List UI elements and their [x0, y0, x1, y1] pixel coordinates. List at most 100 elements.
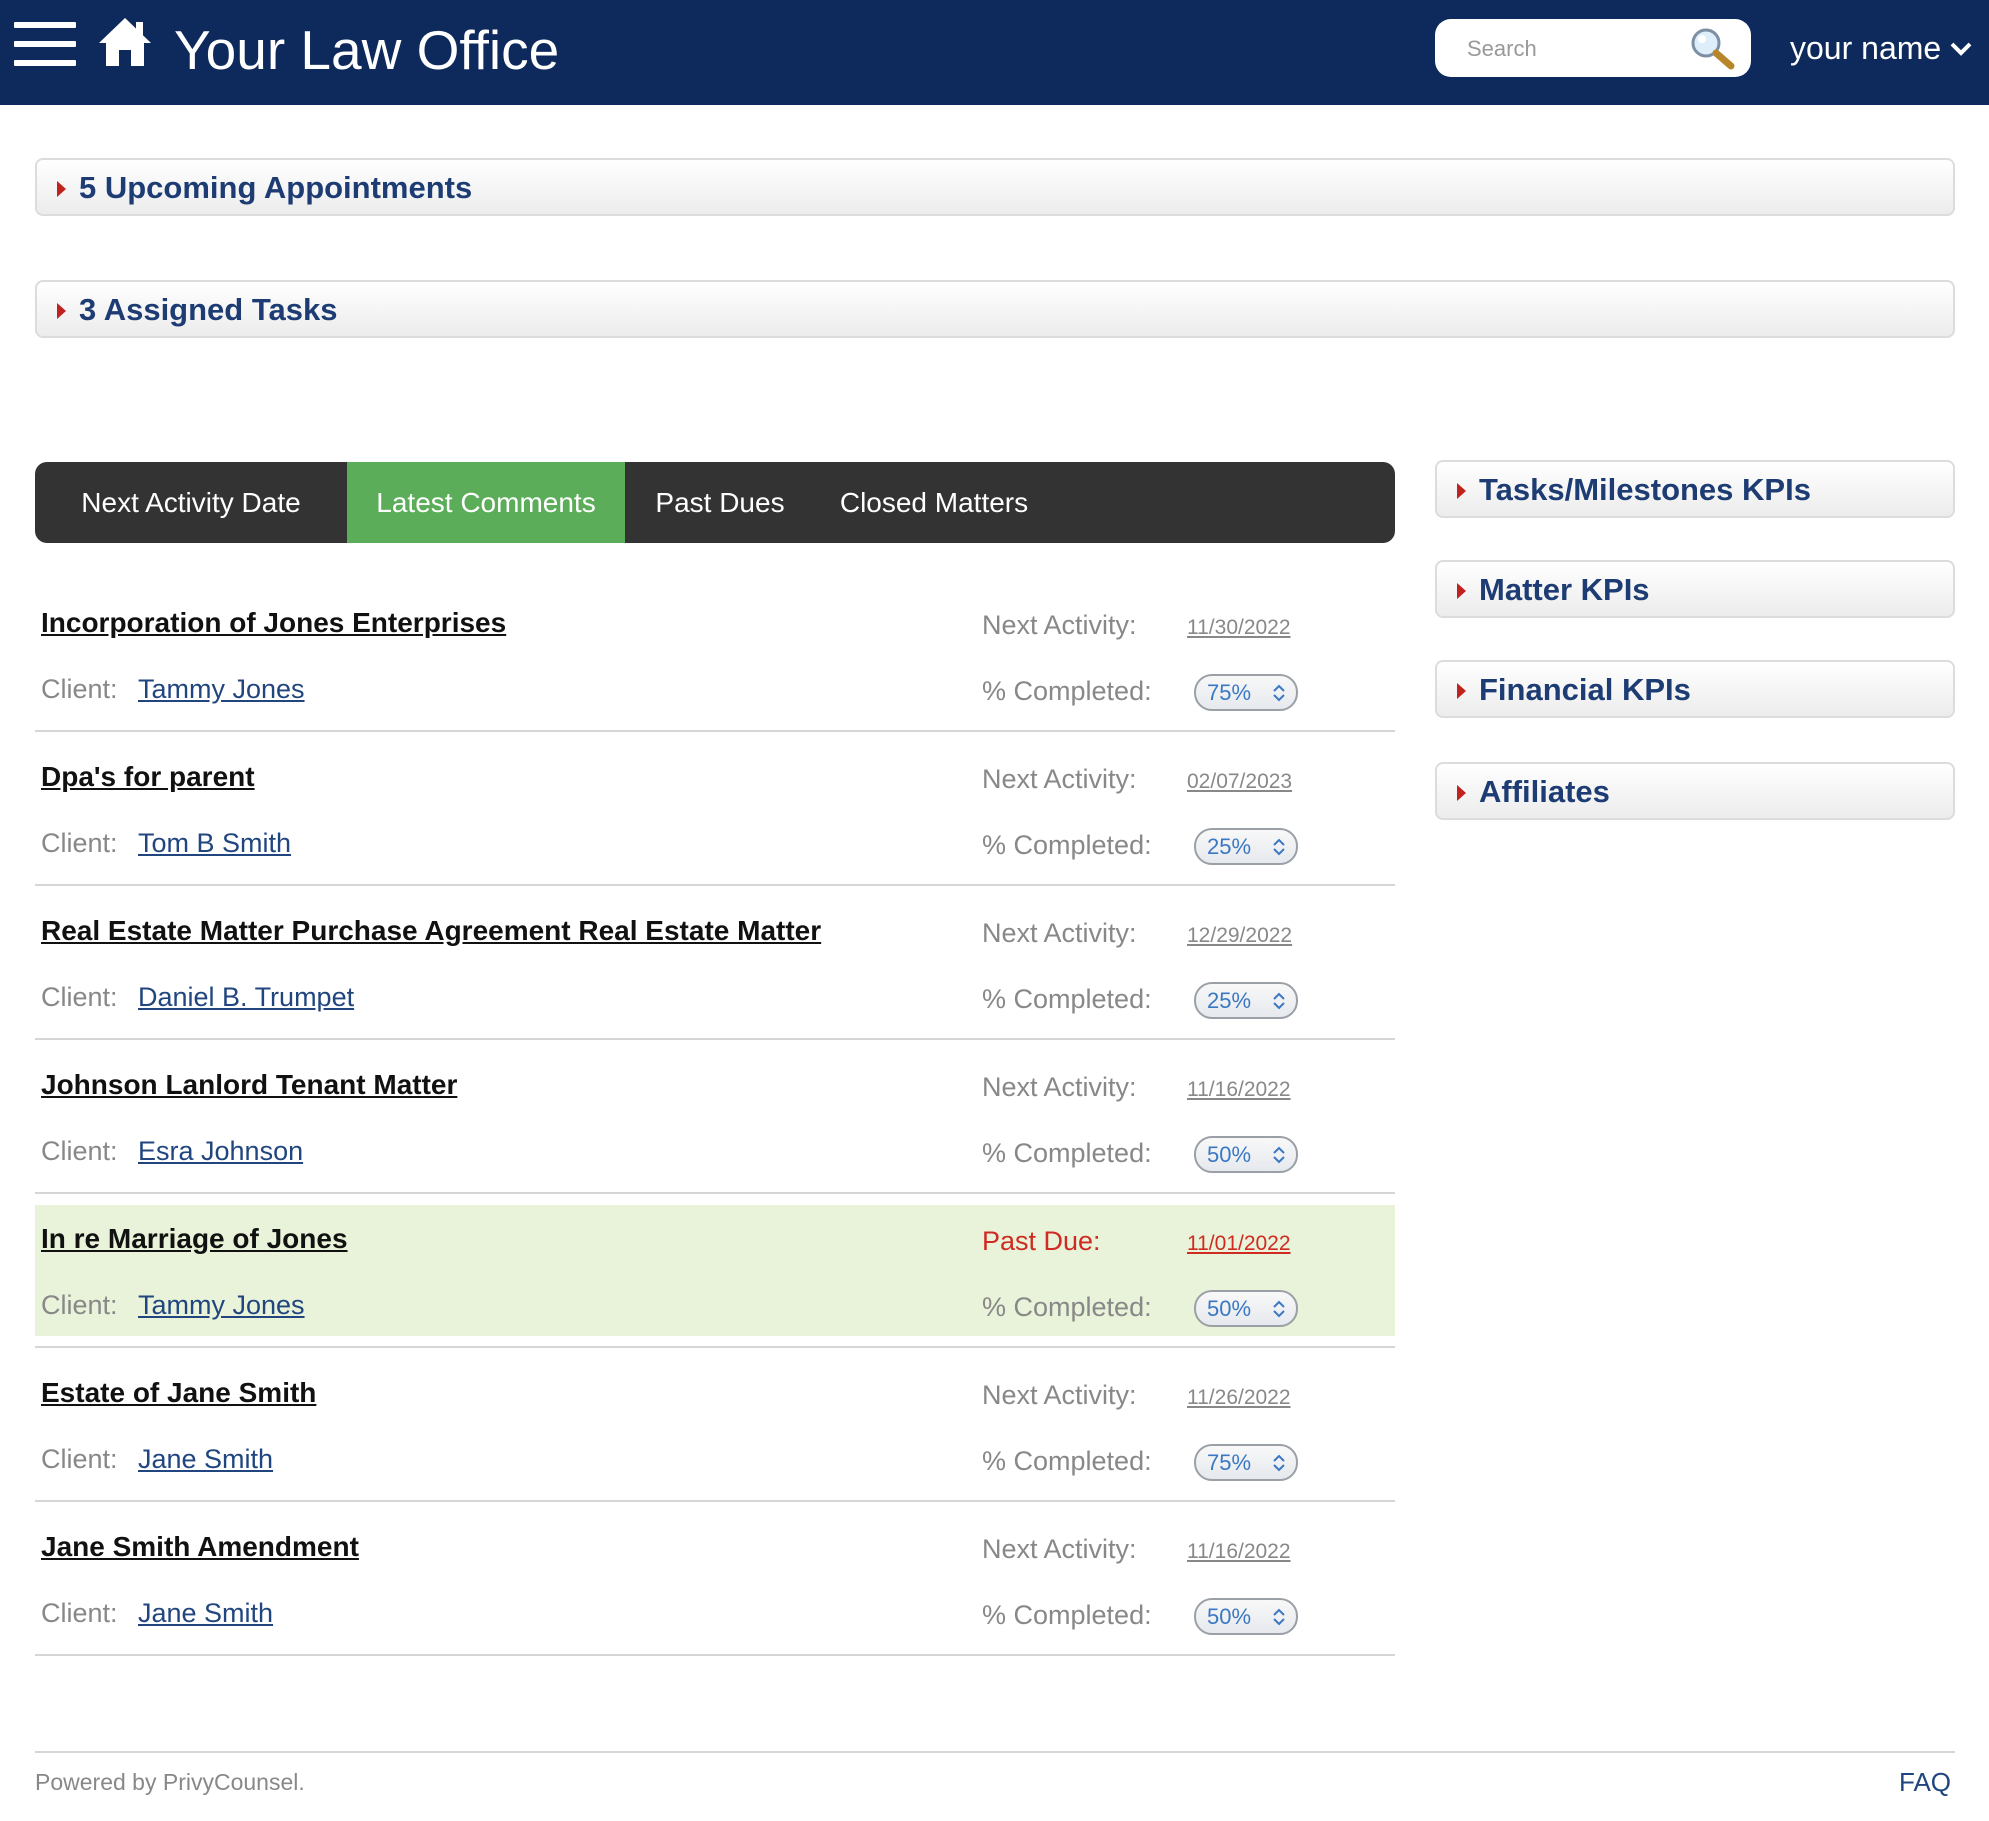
matter-row: Jane Smith Amendment Next Activity: 11/1… — [35, 1513, 1395, 1656]
caret-right-icon — [1457, 483, 1466, 499]
percent-completed-select[interactable]: 50% — [1194, 1290, 1298, 1327]
matter-title-link[interactable]: Estate of Jane Smith — [41, 1376, 316, 1410]
footer-divider — [35, 1751, 1955, 1753]
search-icon[interactable] — [1689, 26, 1735, 70]
panel-title: Matter KPIs — [1479, 572, 1650, 607]
percent-value: 75% — [1207, 1450, 1252, 1475]
home-icon[interactable] — [98, 16, 152, 68]
completed-label: % Completed: — [982, 1138, 1152, 1168]
percent-completed-select[interactable]: 25% — [1194, 828, 1298, 865]
caret-right-icon — [1457, 785, 1466, 801]
next-activity-label: Next Activity: — [982, 1072, 1137, 1102]
percent-value: 50% — [1207, 1142, 1252, 1167]
client-link[interactable]: Jane Smith — [138, 1596, 273, 1630]
completed-label: % Completed: — [982, 1446, 1152, 1476]
completed-label: % Completed: — [982, 1292, 1152, 1322]
panel-title: 5 Upcoming Appointments — [79, 170, 473, 205]
past-due-date[interactable]: 11/01/2022 — [1187, 1230, 1291, 1258]
next-activity-label: Next Activity: — [982, 610, 1137, 640]
matter-row: Real Estate Matter Purchase Agreement Re… — [35, 897, 1395, 1040]
tab-next-activity-date[interactable]: Next Activity Date — [35, 462, 347, 543]
matter-title-link[interactable]: Incorporation of Jones Enterprises — [41, 606, 506, 640]
tab-closed-matters[interactable]: Closed Matters — [815, 462, 1053, 543]
client-link[interactable]: Tammy Jones — [138, 1288, 305, 1322]
client-label: Client: — [41, 982, 118, 1012]
caret-right-icon — [1457, 583, 1466, 599]
assigned-tasks-panel[interactable]: 3 Assigned Tasks — [35, 280, 1955, 338]
select-arrows-icon — [1273, 1146, 1285, 1164]
percent-completed-select[interactable]: 50% — [1194, 1136, 1298, 1173]
percent-completed-select[interactable]: 25% — [1194, 982, 1298, 1019]
tasks-milestones-kpis-panel[interactable]: Tasks/Milestones KPIs — [1435, 460, 1955, 518]
next-activity-label: Next Activity: — [982, 1380, 1137, 1410]
matter-row: Estate of Jane Smith Next Activity: 11/2… — [35, 1359, 1395, 1502]
next-activity-label: Next Activity: — [982, 1534, 1137, 1564]
percent-value: 50% — [1207, 1604, 1252, 1629]
client-label: Client: — [41, 1444, 118, 1474]
menu-icon[interactable] — [14, 22, 76, 68]
client-label: Client: — [41, 674, 118, 704]
matter-title-link[interactable]: Real Estate Matter Purchase Agreement Re… — [41, 914, 821, 948]
user-menu[interactable]: your name — [1790, 25, 1973, 71]
tab-latest-comments[interactable]: Latest Comments — [347, 462, 625, 543]
powered-by-text: Powered by PrivyCounsel. — [35, 1769, 305, 1795]
select-arrows-icon — [1273, 684, 1285, 702]
percent-completed-select[interactable]: 50% — [1194, 1598, 1298, 1635]
matter-row: Incorporation of Jones Enterprises Next … — [35, 589, 1395, 732]
matter-title-link[interactable]: Johnson Lanlord Tenant Matter — [41, 1068, 457, 1102]
chevron-down-icon — [1950, 42, 1972, 56]
client-link[interactable]: Tammy Jones — [138, 672, 305, 706]
caret-right-icon — [57, 303, 66, 319]
select-arrows-icon — [1273, 1608, 1285, 1626]
affiliates-panel[interactable]: Affiliates — [1435, 762, 1955, 820]
client-label: Client: — [41, 1598, 118, 1628]
row-divider — [35, 1346, 1395, 1348]
matter-title-link[interactable]: Dpa's for parent — [41, 760, 255, 794]
matter-title-link[interactable]: Jane Smith Amendment — [41, 1530, 359, 1564]
client-link[interactable]: Tom B Smith — [138, 826, 291, 860]
row-divider — [35, 1192, 1395, 1194]
app-title: Your Law Office — [174, 19, 560, 81]
select-arrows-icon — [1273, 1454, 1285, 1472]
next-activity-date[interactable]: 11/16/2022 — [1187, 1538, 1291, 1566]
client-label: Client: — [41, 828, 118, 858]
matter-kpis-panel[interactable]: Matter KPIs — [1435, 560, 1955, 618]
next-activity-date[interactable]: 11/26/2022 — [1187, 1384, 1291, 1412]
percent-completed-select[interactable]: 75% — [1194, 1444, 1298, 1481]
percent-value: 25% — [1207, 834, 1252, 859]
caret-right-icon — [57, 181, 66, 197]
faq-link[interactable]: FAQ — [1899, 1766, 1951, 1798]
search-input[interactable] — [1465, 29, 1689, 69]
past-due-label: Past Due: — [982, 1226, 1101, 1256]
next-activity-label: Next Activity: — [982, 918, 1137, 948]
tab-past-dues[interactable]: Past Dues — [625, 462, 815, 543]
user-name: your name — [1790, 30, 1942, 66]
percent-value: 75% — [1207, 680, 1252, 705]
client-label: Client: — [41, 1290, 118, 1320]
client-link[interactable]: Jane Smith — [138, 1442, 273, 1476]
select-arrows-icon — [1273, 1300, 1285, 1318]
next-activity-date[interactable]: 11/16/2022 — [1187, 1076, 1291, 1104]
row-divider — [35, 1038, 1395, 1040]
client-link[interactable]: Esra Johnson — [138, 1134, 303, 1168]
panel-title: Financial KPIs — [1479, 672, 1691, 707]
completed-label: % Completed: — [982, 1600, 1152, 1630]
panel-title: 3 Assigned Tasks — [79, 292, 338, 327]
percent-completed-select[interactable]: 75% — [1194, 674, 1298, 711]
matter-row-past-due: In re Marriage of Jones Past Due: 11/01/… — [35, 1205, 1395, 1348]
financial-kpis-panel[interactable]: Financial KPIs — [1435, 660, 1955, 718]
percent-value: 50% — [1207, 1296, 1252, 1321]
matter-tabs: Next Activity Date Latest Comments Past … — [35, 462, 1395, 543]
next-activity-date[interactable]: 11/30/2022 — [1187, 614, 1291, 642]
row-divider — [35, 1500, 1395, 1502]
select-arrows-icon — [1273, 838, 1285, 856]
search-box[interactable] — [1435, 19, 1751, 77]
next-activity-date[interactable]: 02/07/2023 — [1187, 768, 1292, 796]
upcoming-appointments-panel[interactable]: 5 Upcoming Appointments — [35, 158, 1955, 216]
row-divider — [35, 884, 1395, 886]
next-activity-date[interactable]: 12/29/2022 — [1187, 922, 1292, 950]
completed-label: % Completed: — [982, 984, 1152, 1014]
matter-row: Johnson Lanlord Tenant Matter Next Activ… — [35, 1051, 1395, 1194]
matter-title-link[interactable]: In re Marriage of Jones — [41, 1222, 348, 1256]
client-link[interactable]: Daniel B. Trumpet — [138, 980, 354, 1014]
